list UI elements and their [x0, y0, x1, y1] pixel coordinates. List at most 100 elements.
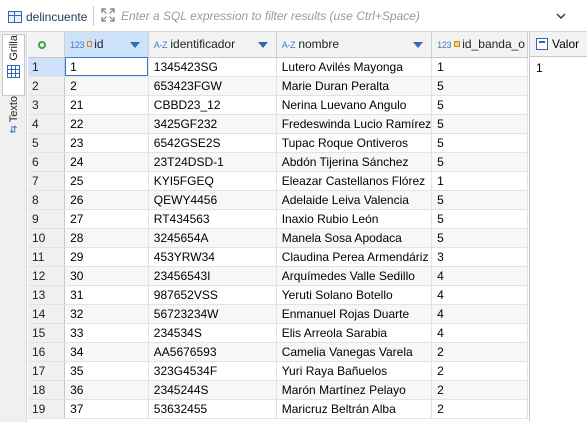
value-panel-header[interactable]: Valor: [530, 32, 587, 57]
cell-nombre[interactable]: Lutero Avilés Mayonga: [276, 57, 433, 77]
table-row[interactable]: 13 31 987652VSS Yeruti Solano Botello 4: [28, 285, 528, 305]
cell-identificador[interactable]: 234534S: [148, 323, 277, 343]
cell-id-banda[interactable]: 5: [431, 114, 528, 134]
cell-id-banda[interactable]: 5: [431, 190, 528, 210]
cell-id-banda[interactable]: 4: [431, 285, 528, 305]
cell-id[interactable]: 34: [64, 342, 149, 362]
cell-id-banda[interactable]: 2: [431, 361, 528, 381]
table-row[interactable]: 2 2 653423FGW Marie Duran Peralta 5: [28, 76, 528, 96]
cell-nombre[interactable]: Marie Duran Peralta: [276, 76, 433, 96]
cell-identificador[interactable]: 53632455: [148, 399, 277, 419]
row-number[interactable]: 16: [28, 342, 66, 362]
cell-nombre[interactable]: Inaxio Rubio León: [276, 209, 433, 229]
cell-nombre[interactable]: Enmanuel Rojas Duarte: [276, 304, 433, 324]
cell-id-banda[interactable]: 1: [431, 171, 528, 191]
cell-id-banda[interactable]: 2: [431, 380, 528, 400]
cell-identificador[interactable]: QEWY4456: [148, 190, 277, 210]
table-row[interactable]: 11 29 453YRW34 Claudina Perea Armendáriz 3: [28, 247, 528, 267]
table-name-chip[interactable]: delincuente: [8, 8, 87, 26]
row-number[interactable]: 19: [28, 399, 66, 419]
cell-nombre[interactable]: Tupac Roque Ontiveros: [276, 133, 433, 153]
cell-nombre[interactable]: Maricruz Beltrán Alba: [276, 399, 433, 419]
cell-nombre[interactable]: Arquímedes Valle Sedillo: [276, 266, 433, 286]
cell-identificador[interactable]: KYI5FGEQ: [148, 171, 277, 191]
cell-nombre[interactable]: Camelia Vanegas Varela: [276, 342, 433, 362]
table-row[interactable]: 10 28 3245654A Manela Sosa Apodaca 5: [28, 228, 528, 248]
row-number[interactable]: 11: [28, 247, 66, 267]
row-number[interactable]: 1: [28, 57, 66, 77]
cell-id[interactable]: 36: [64, 380, 149, 400]
table-row[interactable]: 4 22 3425GF232 Fredeswinda Lucio Ramírez 5: [28, 114, 528, 134]
row-number[interactable]: 10: [28, 228, 66, 248]
value-panel-content[interactable]: 1: [530, 57, 587, 79]
column-header-id[interactable]: 123 id: [64, 32, 149, 58]
sort-arrow-icon[interactable]: [129, 42, 140, 48]
cell-id[interactable]: 33: [64, 323, 149, 343]
cell-nombre[interactable]: Manela Sosa Apodaca: [276, 228, 433, 248]
row-number[interactable]: 17: [28, 361, 66, 381]
cell-id[interactable]: 26: [64, 190, 149, 210]
tab-grid[interactable]: Grilla: [2, 34, 25, 96]
row-number[interactable]: 6: [28, 152, 66, 172]
cell-identificador[interactable]: 323G4534F: [148, 361, 277, 381]
cell-nombre[interactable]: Fredeswinda Lucio Ramírez: [276, 114, 433, 134]
row-number[interactable]: 12: [28, 266, 66, 286]
cell-id[interactable]: 23: [64, 133, 149, 153]
table-row[interactable]: 14 32 56723234W Enmanuel Rojas Duarte 4: [28, 304, 528, 324]
table-row[interactable]: 19 37 53632455 Maricruz Beltrán Alba 2: [28, 399, 528, 419]
tab-text[interactable]: Texto ⇵: [2, 96, 25, 176]
cell-id[interactable]: 1: [64, 57, 149, 77]
cell-identificador[interactable]: 2345244S: [148, 380, 277, 400]
cell-id[interactable]: 32: [64, 304, 149, 324]
cell-identificador[interactable]: 3245654A: [148, 228, 277, 248]
cell-nombre[interactable]: Claudina Perea Armendáriz: [276, 247, 433, 267]
row-number[interactable]: 8: [28, 190, 66, 210]
cell-identificador[interactable]: 23456543I: [148, 266, 277, 286]
sort-arrow-icon[interactable]: [413, 42, 424, 48]
cell-id[interactable]: 21: [64, 95, 149, 115]
cell-id-banda[interactable]: 4: [431, 304, 528, 324]
cell-identificador[interactable]: 453YRW34: [148, 247, 277, 267]
table-row[interactable]: 5 23 6542GSE2S Tupac Roque Ontiveros 5: [28, 133, 528, 153]
table-row[interactable]: 7 25 KYI5FGEQ Eleazar Castellanos Flórez 1: [28, 171, 528, 191]
expand-icon[interactable]: [101, 8, 115, 22]
cell-id[interactable]: 28: [64, 228, 149, 248]
row-number[interactable]: 5: [28, 133, 66, 153]
row-number[interactable]: 18: [28, 380, 66, 400]
cell-id[interactable]: 29: [64, 247, 149, 267]
row-number[interactable]: 14: [28, 304, 66, 324]
cell-nombre[interactable]: Elis Arreola Sarabia: [276, 323, 433, 343]
cell-identificador[interactable]: 653423FGW: [148, 76, 277, 96]
table-row[interactable]: 1 1 1345423SG Lutero Avilés Mayonga 1: [28, 57, 528, 77]
cell-id[interactable]: 2: [64, 76, 149, 96]
cell-identificador[interactable]: 987652VSS: [148, 285, 277, 305]
cell-identificador[interactable]: RT434563: [148, 209, 277, 229]
cell-identificador[interactable]: 6542GSE2S: [148, 133, 277, 153]
table-row[interactable]: 17 35 323G4534F Yuri Raya Bañuelos 2: [28, 361, 528, 381]
cell-id[interactable]: 24: [64, 152, 149, 172]
cell-id-banda[interactable]: 5: [431, 133, 528, 153]
cell-id-banda[interactable]: 5: [431, 76, 528, 96]
cell-id[interactable]: 35: [64, 361, 149, 381]
sort-arrow-icon[interactable]: [257, 42, 268, 48]
table-row[interactable]: 3 21 CBBD23_12 Nerina Luevano Angulo 5: [28, 95, 528, 115]
cell-nombre[interactable]: Eleazar Castellanos Flórez: [276, 171, 433, 191]
column-header-identificador[interactable]: A-Z identificador: [148, 32, 277, 58]
row-number[interactable]: 3: [28, 95, 66, 115]
cell-nombre[interactable]: Abdón Tijerina Sánchez: [276, 152, 433, 172]
table-row[interactable]: 16 34 AA5676593 Camelia Vanegas Varela 2: [28, 342, 528, 362]
cell-identificador[interactable]: 23T24DSD-1: [148, 152, 277, 172]
cell-nombre[interactable]: Yeruti Solano Botello: [276, 285, 433, 305]
cell-nombre[interactable]: Adelaide Leiva Valencia: [276, 190, 433, 210]
cell-nombre[interactable]: Yuri Raya Bañuelos: [276, 361, 433, 381]
column-header-id-banda[interactable]: 123 id_banda_o: [431, 32, 528, 58]
column-header-nombre[interactable]: A-Z nombre: [276, 32, 433, 58]
filter-input[interactable]: [121, 8, 541, 24]
row-number[interactable]: 9: [28, 209, 66, 229]
cell-id[interactable]: 37: [64, 399, 149, 419]
cell-id-banda[interactable]: 2: [431, 399, 528, 419]
table-row[interactable]: 9 27 RT434563 Inaxio Rubio León 5: [28, 209, 528, 229]
cell-id-banda[interactable]: 4: [431, 266, 528, 286]
row-header-corner[interactable]: [28, 32, 66, 58]
cell-identificador[interactable]: 56723234W: [148, 304, 277, 324]
